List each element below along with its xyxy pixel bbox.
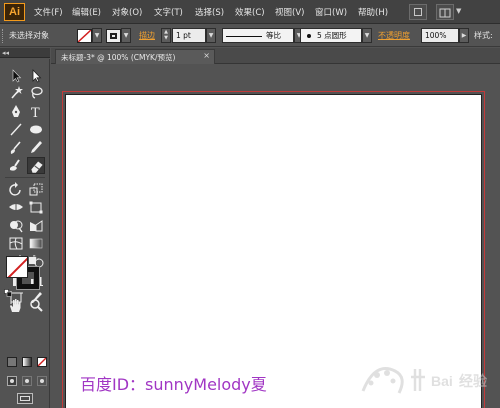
pen-tool-icon[interactable]: [7, 103, 25, 120]
menu-window[interactable]: 窗口(W): [315, 6, 347, 18]
stroke-weight-stepper[interactable]: ▲ ▼: [161, 28, 171, 43]
shape-builder-tool-icon[interactable]: [7, 217, 25, 234]
menu-effect[interactable]: 效果(C): [235, 6, 265, 18]
type-tool-icon[interactable]: T: [27, 103, 45, 120]
gradient-mode-icon[interactable]: [22, 357, 32, 367]
zoom-tool-icon[interactable]: [27, 297, 45, 314]
bridge-icon[interactable]: [409, 4, 427, 20]
caption-text: 百度ID：sunnyMelody夏: [80, 375, 267, 394]
fill-swatch[interactable]: [6, 256, 28, 278]
app-logo: Ai: [4, 3, 25, 21]
stroke-dropdown-icon[interactable]: ▼: [121, 28, 131, 43]
menu-object[interactable]: 对象(O): [112, 6, 142, 18]
selection-status: 未选择对象: [9, 31, 49, 40]
default-colors-icon[interactable]: [4, 282, 12, 297]
opacity-dropdown-icon[interactable]: ▶: [459, 28, 469, 43]
rotate-tool-icon[interactable]: [7, 181, 25, 198]
menu-file[interactable]: 文件(F): [34, 6, 63, 18]
grip-handle-icon[interactable]: [2, 29, 5, 43]
draw-normal-icon[interactable]: [7, 376, 17, 386]
tools-panel: T: [0, 59, 50, 408]
stroke-profile-label: 等比: [266, 31, 281, 40]
close-icon[interactable]: ×: [203, 51, 210, 60]
gradient-tool-icon[interactable]: [27, 235, 45, 252]
tools-panel-header[interactable]: ◂◂: [0, 48, 50, 58]
swap-colors-icon[interactable]: ⤡: [33, 254, 39, 263]
menu-type[interactable]: 文字(T): [154, 6, 183, 18]
selection-tool-icon[interactable]: [7, 67, 25, 84]
svg-text:Bai: Bai: [431, 373, 453, 389]
opacity-link-label[interactable]: 不透明度: [378, 31, 410, 40]
style-label: 样式:: [474, 31, 493, 40]
chevron-down-icon[interactable]: ▼: [456, 7, 461, 15]
lasso-tool-icon[interactable]: [27, 84, 45, 101]
free-transform-tool-icon[interactable]: [27, 199, 45, 216]
stroke-color-swatch[interactable]: [106, 29, 121, 43]
brush-definition[interactable]: 5 点圆形: [300, 28, 362, 43]
document-tab-bar: 未标题-3* @ 100% (CMYK/预览) ×: [51, 48, 500, 64]
stroke-link-label[interactable]: 描边: [139, 31, 155, 40]
opacity-panel-link[interactable]: 不透明度: [378, 30, 410, 41]
none-mode-icon[interactable]: [37, 357, 47, 367]
variable-width-profile[interactable]: 等比: [222, 28, 294, 43]
svg-text:T: T: [31, 106, 40, 120]
draw-inside-icon[interactable]: [37, 376, 47, 386]
svg-text:经验: 经验: [459, 373, 488, 389]
brush-dropdown-icon[interactable]: ▼: [362, 28, 372, 43]
document-tab-title[interactable]: 未标题-3* @ 100% (CMYK/预览): [61, 52, 175, 63]
width-tool-icon[interactable]: [7, 199, 25, 216]
fill-color-swatch[interactable]: [77, 29, 92, 43]
magic-wand-tool-icon[interactable]: [7, 84, 25, 101]
stroke-weight-field[interactable]: 1 pt: [172, 28, 206, 43]
mesh-tool-icon[interactable]: [7, 235, 25, 252]
blob-brush-tool-icon[interactable]: [7, 157, 25, 174]
ellipse-tool-icon[interactable]: [27, 121, 45, 138]
line-segment-tool-icon[interactable]: [7, 121, 25, 138]
menu-select[interactable]: 选择(S): [195, 6, 224, 18]
collapse-panel-icon[interactable]: ◂◂: [2, 48, 9, 58]
pencil-tool-icon[interactable]: [27, 139, 45, 156]
document-tab[interactable]: 未标题-3* @ 100% (CMYK/预览) ×: [55, 49, 215, 64]
menu-bar: Ai 文件(F) 编辑(E) 对象(O) 文字(T) 选择(S) 效果(C) 视…: [0, 0, 500, 24]
eraser-tool-icon[interactable]: [27, 157, 45, 174]
fill-dropdown-icon[interactable]: ▼: [92, 28, 102, 43]
paintbrush-tool-icon[interactable]: [7, 139, 25, 156]
control-bar: 未选择对象 ▼ ▼ 描边 ▲ ▼ 1 pt ▼ 等比 ▼ 5 点圆形 ▼ 不透明度…: [0, 25, 500, 47]
brush-label: 5 点圆形: [317, 31, 347, 40]
draw-behind-icon[interactable]: [22, 376, 32, 386]
arrange-documents-icon[interactable]: [436, 4, 454, 20]
hand-tool-icon[interactable]: [7, 297, 25, 314]
tools-divider: [5, 177, 45, 178]
menu-view[interactable]: 视图(V): [275, 6, 304, 18]
menu-help[interactable]: 帮助(H): [358, 6, 388, 18]
perspective-grid-tool-icon[interactable]: [27, 217, 45, 234]
direct-selection-tool-icon[interactable]: [27, 67, 45, 84]
stroke-weight-dropdown-icon[interactable]: ▼: [206, 28, 216, 43]
menu-edit[interactable]: 编辑(E): [72, 6, 101, 18]
stroke-panel-link[interactable]: 描边: [139, 30, 155, 41]
baidu-logo-watermark: Bai 经验: [361, 367, 488, 394]
color-mode-icon[interactable]: [7, 357, 17, 367]
scale-tool-icon[interactable]: [27, 181, 45, 198]
opacity-field[interactable]: 100%: [421, 28, 459, 43]
screen-mode-icon[interactable]: [17, 393, 33, 404]
